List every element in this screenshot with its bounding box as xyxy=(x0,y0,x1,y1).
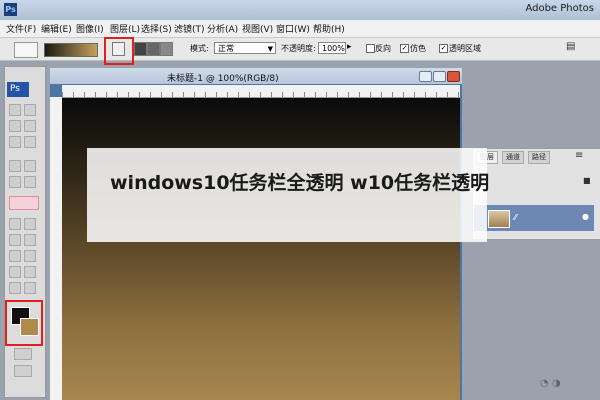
mode-label: 模式: xyxy=(190,44,209,53)
workspace-icon[interactable]: ▤ xyxy=(566,41,575,52)
transparency-checkbox[interactable]: ✓ xyxy=(439,44,448,53)
menu-window[interactable]: 窗口(W) xyxy=(276,22,310,35)
type-tool-icon[interactable] xyxy=(24,234,36,246)
angle-gradient-icon[interactable] xyxy=(147,42,160,56)
opacity-label: 不透明度: xyxy=(281,44,316,53)
menu-layer[interactable]: 图层(L) xyxy=(110,22,140,35)
gradient-canvas[interactable] xyxy=(62,98,460,400)
caption-title: windows10任务栏全透明 w10任务栏透明 xyxy=(110,172,490,194)
layer-name: ⁄⁄ xyxy=(514,213,517,222)
move-tool-icon[interactable] xyxy=(24,104,36,116)
visibility-icon[interactable]: ● xyxy=(582,212,589,221)
clone-stamp-tool-icon[interactable] xyxy=(9,176,21,188)
slice-tool-icon[interactable] xyxy=(24,136,36,148)
marquee-tool-icon[interactable] xyxy=(9,104,21,116)
brush-tool-icon[interactable] xyxy=(24,160,36,172)
radial-gradient-icon[interactable] xyxy=(134,42,147,56)
healing-brush-tool-icon[interactable] xyxy=(9,160,21,172)
gradient-tool-icon[interactable] xyxy=(9,196,39,210)
reverse-checkbox[interactable] xyxy=(366,44,375,53)
gradient-preview[interactable] xyxy=(44,43,98,57)
pen-tool-icon[interactable] xyxy=(9,234,21,246)
menu-analysis[interactable]: 分析(A) xyxy=(207,22,238,35)
window-title: Adobe Photos xyxy=(525,3,594,14)
screen-mode-icon[interactable] xyxy=(14,365,32,377)
menu-view[interactable]: 视图(V) xyxy=(242,22,273,35)
crop-tool-icon[interactable] xyxy=(9,136,21,148)
shape-tool-icon[interactable] xyxy=(24,250,36,262)
blur-tool-icon[interactable] xyxy=(9,218,21,230)
layer-thumbnail xyxy=(488,210,510,228)
opacity-arrow-icon[interactable]: ▸ xyxy=(347,42,352,52)
zoom-tool-icon[interactable] xyxy=(24,282,36,294)
menu-help[interactable]: 帮助(H) xyxy=(313,22,345,35)
menu-edit[interactable]: 编辑(E) xyxy=(41,22,72,35)
tab-paths[interactable]: 路径 xyxy=(528,151,550,164)
maximize-button[interactable] xyxy=(433,71,446,82)
eyedropper-tool-icon[interactable] xyxy=(24,266,36,278)
dodge-tool-icon[interactable] xyxy=(24,218,36,230)
quick-mask-icon[interactable] xyxy=(14,348,32,360)
highlight-box xyxy=(104,37,134,65)
photoshop-badge-icon: Ps xyxy=(7,82,29,97)
menu-select[interactable]: 选择(S) xyxy=(141,22,172,35)
close-button[interactable] xyxy=(447,71,460,82)
transparency-label: 透明区域 xyxy=(449,44,481,53)
lock-icon: ■ xyxy=(583,176,591,185)
dither-checkbox[interactable]: ✓ xyxy=(400,44,409,53)
tab-channels[interactable]: 通道 xyxy=(502,151,524,164)
hand-tool-icon[interactable] xyxy=(9,282,21,294)
menu-image[interactable]: 图像(I) xyxy=(76,22,104,35)
title-bar xyxy=(0,0,600,20)
path-selection-tool-icon[interactable] xyxy=(9,250,21,262)
color-highlight-box xyxy=(5,300,43,346)
history-brush-tool-icon[interactable] xyxy=(24,176,36,188)
minimize-button[interactable] xyxy=(419,71,432,82)
horizontal-ruler xyxy=(62,85,460,98)
reflected-gradient-icon[interactable] xyxy=(160,42,173,56)
mode-value: 正常 xyxy=(218,44,234,53)
notes-tool-icon[interactable] xyxy=(9,266,21,278)
menu-file[interactable]: 文件(F) xyxy=(6,22,36,35)
chevron-down-icon: ▼ xyxy=(267,45,273,53)
mode-select[interactable]: 正常 ▼ xyxy=(214,42,276,54)
reverse-label: 反向 xyxy=(375,44,391,53)
panel-menu-icon[interactable]: ≡ xyxy=(575,150,583,161)
photoshop-logo-icon: Ps xyxy=(4,3,17,16)
lasso-tool-icon[interactable] xyxy=(9,120,21,132)
tool-preset-picker[interactable] xyxy=(14,42,38,58)
document-title: 未标题-1 @ 100%(RGB/8) xyxy=(167,74,279,84)
dither-label: 仿色 xyxy=(410,44,426,53)
magic-wand-tool-icon[interactable] xyxy=(24,120,36,132)
opacity-value: 100% xyxy=(322,44,345,53)
opacity-input[interactable]: 100% xyxy=(318,42,346,54)
menu-filter[interactable]: 滤镜(T) xyxy=(174,22,205,35)
watermark-icon: ◔ ◑ xyxy=(540,378,561,389)
